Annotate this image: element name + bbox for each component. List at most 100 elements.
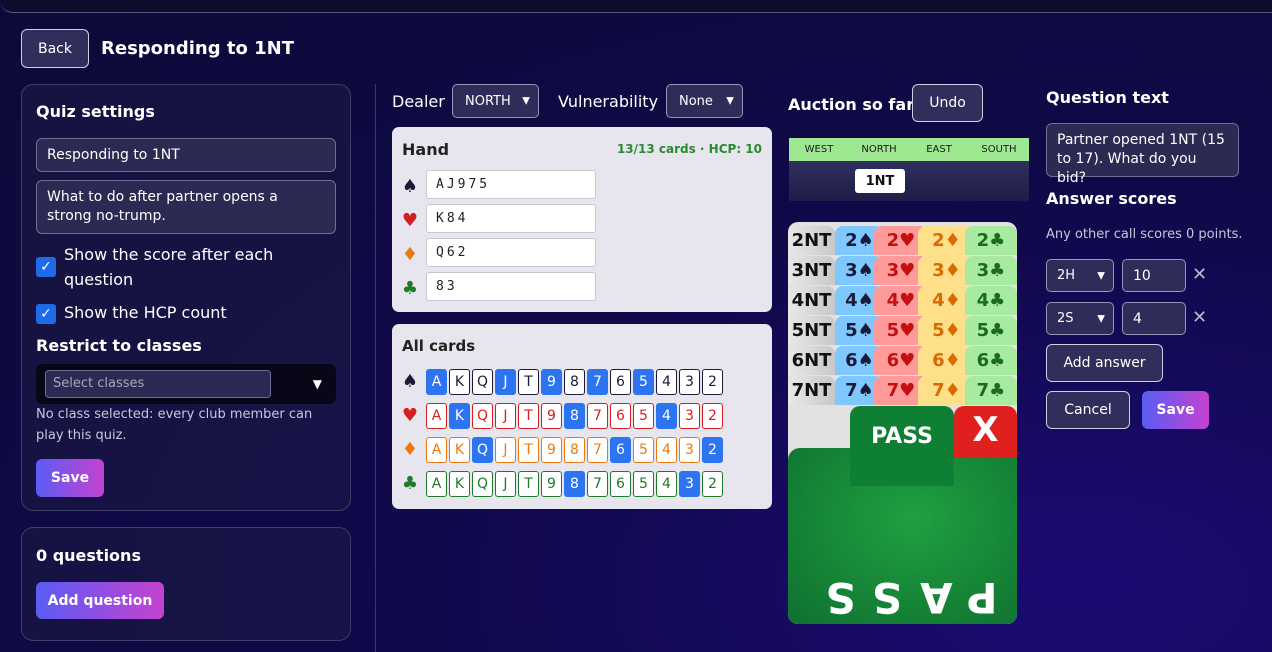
question-text-input[interactable]: Partner opened 1NT (15 to 17). What do y…: [1046, 123, 1239, 186]
auction-col-north: NORTH: [861, 144, 897, 155]
question-save-button[interactable]: Save: [1142, 391, 1209, 429]
card-club-5[interactable]: 5: [633, 471, 654, 497]
card-diamond-4[interactable]: 4: [656, 437, 677, 463]
card-spade-A[interactable]: A: [426, 369, 447, 395]
bid-2C[interactable]: 2♣: [965, 226, 1017, 255]
card-heart-A[interactable]: A: [426, 403, 447, 429]
bid-7C[interactable]: 7♣: [965, 376, 1017, 405]
card-diamond-A[interactable]: A: [426, 437, 447, 463]
bid-7NT[interactable]: 7NT: [788, 376, 835, 405]
answer-call-select[interactable]: 2S ▼: [1046, 302, 1114, 335]
clubs-input[interactable]: 83: [426, 272, 596, 301]
hearts-input[interactable]: K84: [426, 204, 596, 233]
card-club-2[interactable]: 2: [702, 471, 723, 497]
card-heart-2[interactable]: 2: [702, 403, 723, 429]
remove-answer-icon[interactable]: ✕: [1192, 307, 1207, 328]
bid-5NT[interactable]: 5NT: [788, 316, 835, 345]
card-heart-K[interactable]: K: [449, 403, 470, 429]
card-spade-K[interactable]: K: [449, 369, 470, 395]
all-cards-title: All cards: [402, 337, 476, 355]
card-spade-3[interactable]: 3: [679, 369, 700, 395]
show-score-label: Show the score after each question: [64, 245, 274, 289]
card-heart-3[interactable]: 3: [679, 403, 700, 429]
card-diamond-Q[interactable]: Q: [472, 437, 493, 463]
card-heart-J[interactable]: J: [495, 403, 516, 429]
card-club-9[interactable]: 9: [541, 471, 562, 497]
card-heart-5[interactable]: 5: [633, 403, 654, 429]
card-spade-T[interactable]: T: [518, 369, 539, 395]
settings-save-button[interactable]: Save: [36, 459, 104, 497]
spades-input[interactable]: AJ975: [426, 170, 596, 199]
card-club-T[interactable]: T: [518, 471, 539, 497]
add-answer-button[interactable]: Add answer: [1046, 344, 1163, 382]
card-heart-7[interactable]: 7: [587, 403, 608, 429]
answer-call-select[interactable]: 2H ▼: [1046, 259, 1114, 292]
card-heart-9[interactable]: 9: [541, 403, 562, 429]
diamonds-input[interactable]: Q62: [426, 238, 596, 267]
card-heart-6[interactable]: 6: [610, 403, 631, 429]
card-heart-8[interactable]: 8: [564, 403, 585, 429]
bid-3NT[interactable]: 3NT: [788, 256, 835, 285]
bid-4C[interactable]: 4♣: [965, 286, 1017, 315]
card-heart-T[interactable]: T: [518, 403, 539, 429]
bid-6C[interactable]: 6♣: [965, 346, 1017, 375]
card-diamond-6[interactable]: 6: [610, 437, 631, 463]
card-spade-Q[interactable]: Q: [472, 369, 493, 395]
card-heart-Q[interactable]: Q: [472, 403, 493, 429]
bid-5C[interactable]: 5♣: [965, 316, 1017, 345]
classes-search-input[interactable]: Select classes: [45, 370, 271, 398]
card-club-3[interactable]: 3: [679, 471, 700, 497]
back-button[interactable]: Back: [21, 29, 89, 68]
bid-4NT[interactable]: 4NT: [788, 286, 835, 315]
card-spade-7[interactable]: 7: [587, 369, 608, 395]
card-club-4[interactable]: 4: [656, 471, 677, 497]
remove-answer-icon[interactable]: ✕: [1192, 264, 1207, 285]
vulnerability-select[interactable]: None ▼: [666, 84, 743, 118]
cancel-button[interactable]: Cancel: [1046, 391, 1130, 429]
bid-6NT[interactable]: 6NT: [788, 346, 835, 375]
bid-3C[interactable]: 3♣: [965, 256, 1017, 285]
card-spade-6[interactable]: 6: [610, 369, 631, 395]
quiz-description-input[interactable]: What to do after partner opens a strong …: [36, 180, 336, 234]
chevron-down-icon[interactable]: ▼: [313, 377, 322, 391]
answer-call-value: 2H: [1057, 268, 1076, 283]
card-club-Q[interactable]: Q: [472, 471, 493, 497]
answer-score-input[interactable]: 10: [1122, 259, 1186, 292]
card-club-A[interactable]: A: [426, 471, 447, 497]
card-spade-8[interactable]: 8: [564, 369, 585, 395]
card-diamond-2[interactable]: 2: [702, 437, 723, 463]
card-diamond-J[interactable]: J: [495, 437, 516, 463]
show-hcp-checkbox[interactable]: ✓: [36, 304, 56, 324]
auction-col-south: SOUTH: [981, 144, 1017, 155]
card-spade-J[interactable]: J: [495, 369, 516, 395]
bid-2NT[interactable]: 2NT: [788, 226, 835, 255]
undo-button[interactable]: Undo: [912, 84, 983, 122]
card-diamond-5[interactable]: 5: [633, 437, 654, 463]
auction-table: WEST NORTH EAST SOUTH 1NT: [789, 138, 1029, 201]
card-diamond-T[interactable]: T: [518, 437, 539, 463]
card-diamond-8[interactable]: 8: [564, 437, 585, 463]
card-spade-5[interactable]: 5: [633, 369, 654, 395]
card-diamond-9[interactable]: 9: [541, 437, 562, 463]
card-heart-4[interactable]: 4: [656, 403, 677, 429]
card-diamond-7[interactable]: 7: [587, 437, 608, 463]
show-score-checkbox[interactable]: ✓: [36, 257, 56, 277]
card-diamond-K[interactable]: K: [449, 437, 470, 463]
classes-select[interactable]: Select classes ▼: [36, 364, 336, 404]
answer-score-input[interactable]: 4: [1122, 302, 1186, 335]
add-question-button[interactable]: Add question: [36, 582, 164, 619]
pass-card[interactable]: PASS: [850, 406, 954, 486]
card-spade-9[interactable]: 9: [541, 369, 562, 395]
dealer-select[interactable]: NORTH ▼: [452, 84, 539, 118]
double-card[interactable]: X: [954, 406, 1017, 458]
card-club-6[interactable]: 6: [610, 471, 631, 497]
quiz-name-input[interactable]: Responding to 1NT: [36, 138, 336, 172]
card-diamond-3[interactable]: 3: [679, 437, 700, 463]
window-top-bar: [0, 0, 1272, 13]
card-club-7[interactable]: 7: [587, 471, 608, 497]
card-club-K[interactable]: K: [449, 471, 470, 497]
card-club-8[interactable]: 8: [564, 471, 585, 497]
card-spade-4[interactable]: 4: [656, 369, 677, 395]
card-club-J[interactable]: J: [495, 471, 516, 497]
card-spade-2[interactable]: 2: [702, 369, 723, 395]
